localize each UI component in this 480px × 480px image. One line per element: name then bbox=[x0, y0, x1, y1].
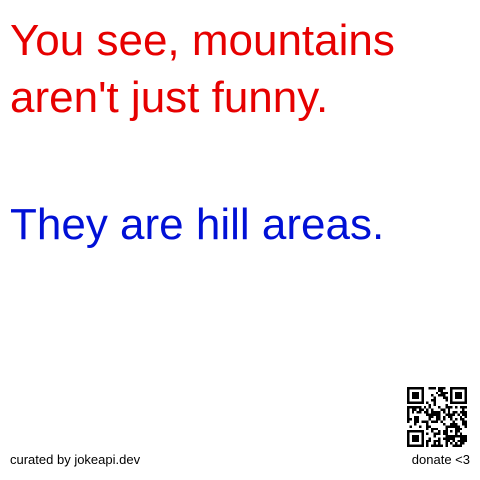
qr-code-icon[interactable] bbox=[407, 387, 467, 447]
credit-link[interactable]: curated by jokeapi.dev bbox=[10, 452, 140, 468]
joke-setup: You see, mountains aren't just funny. bbox=[10, 16, 395, 122]
joke-punchline: They are hill areas. bbox=[10, 200, 385, 249]
donate-link[interactable]: donate <3 bbox=[412, 452, 470, 468]
